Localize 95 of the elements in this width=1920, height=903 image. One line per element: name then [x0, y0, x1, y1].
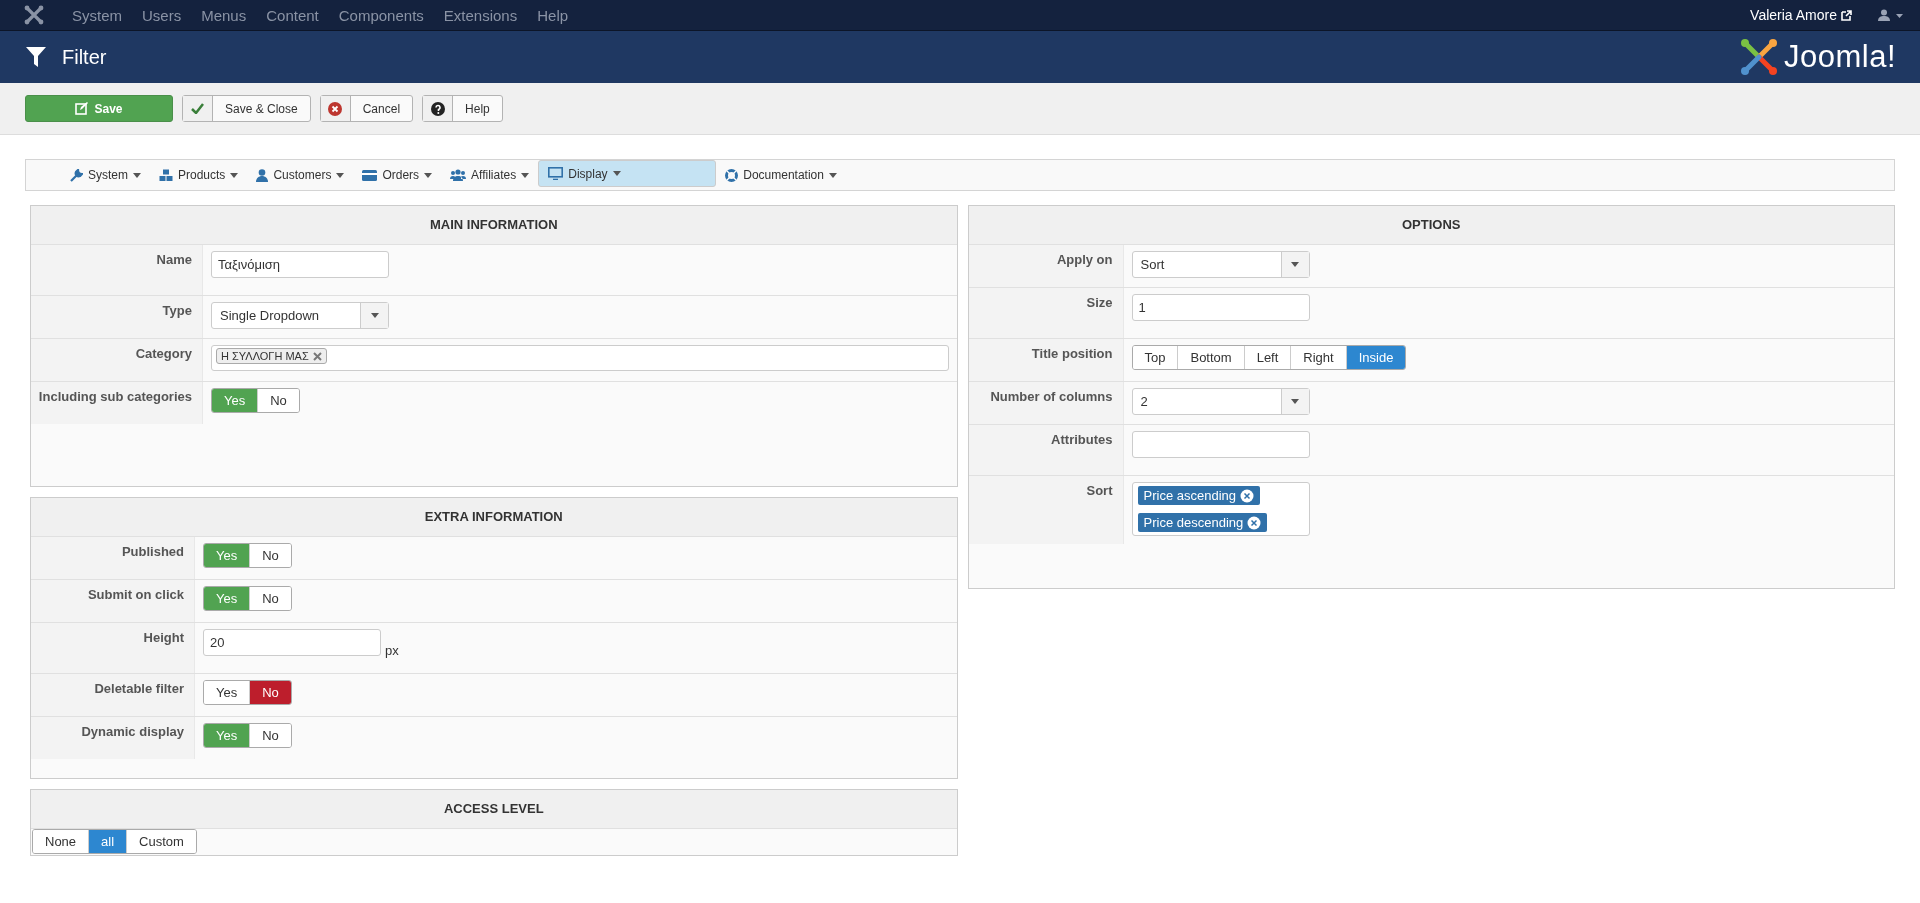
- user-menu-icon[interactable]: [1878, 9, 1904, 21]
- field-label: Attributes: [968, 425, 1124, 475]
- panel-title: ACCESS LEVEL: [31, 790, 957, 829]
- panel-title: EXTRA INFORMATION: [31, 498, 957, 537]
- toggle-option[interactable]: No: [249, 681, 291, 704]
- filter-icon: [26, 47, 46, 67]
- toolbar-button[interactable]: Cancel: [319, 95, 414, 122]
- toggle-option[interactable]: Custom: [126, 830, 196, 853]
- nav-menu-item[interactable]: Display: [538, 160, 717, 187]
- field-label: Title position: [968, 339, 1124, 381]
- caret-icon: [612, 171, 621, 176]
- users-icon: [450, 169, 467, 181]
- field-label: Including sub categories: [31, 382, 203, 424]
- text-field[interactable]: 1: [1131, 294, 1310, 321]
- field-label: Category: [31, 339, 203, 381]
- top-menu-item[interactable]: Users: [132, 6, 192, 24]
- caret-icon: [521, 172, 530, 178]
- toggle-option[interactable]: Top: [1132, 346, 1178, 369]
- field-label: Sort: [968, 476, 1124, 544]
- toggle-option[interactable]: Inside: [1345, 346, 1406, 369]
- top-menu-item[interactable]: Help: [527, 6, 579, 24]
- text-field[interactable]: Ταξινόμιση: [211, 251, 389, 278]
- toggle-option[interactable]: Bottom: [1177, 346, 1244, 369]
- remove-icon[interactable]: [312, 351, 322, 361]
- life-ring-icon: [725, 168, 739, 182]
- toggle-option[interactable]: None: [33, 830, 89, 853]
- field-label: Size: [968, 288, 1124, 338]
- toggle-option[interactable]: No: [249, 587, 291, 610]
- help-icon: [430, 101, 445, 116]
- remove-icon[interactable]: [1240, 488, 1254, 503]
- external-link-icon: [1841, 9, 1852, 21]
- field-label: Type: [31, 296, 203, 338]
- monitor-icon: [548, 167, 564, 180]
- select-field[interactable]: Sort: [1131, 251, 1310, 278]
- toggle-option[interactable]: No: [249, 544, 291, 567]
- caret-icon: [1291, 399, 1299, 404]
- check-icon: [191, 103, 204, 114]
- toolbar-button[interactable]: Help: [422, 95, 503, 122]
- nav-menu-item[interactable]: Affiliates: [441, 160, 539, 190]
- joomla-wordmark: Joomla!: [1783, 39, 1896, 75]
- remove-icon[interactable]: [1247, 515, 1262, 530]
- caret-icon: [1291, 262, 1299, 267]
- caret-icon: [370, 313, 379, 318]
- top-menu-item[interactable]: Extensions: [433, 6, 528, 24]
- toggle-option[interactable]: Yes: [204, 681, 250, 704]
- toolbar-button[interactable]: Save & Close: [182, 95, 311, 122]
- category-tag: Η ΣΥΛΛΟΓΗ ΜΑΣ: [216, 348, 327, 364]
- caret-icon: [828, 172, 837, 178]
- edit-icon: [75, 102, 89, 115]
- sort-tag: Price descending: [1137, 513, 1268, 532]
- user-link[interactable]: Valeria Amore: [1750, 7, 1837, 23]
- select-field[interactable]: Single Dropdown: [211, 302, 389, 329]
- top-menu-item[interactable]: Content: [256, 6, 329, 24]
- user-icon: [256, 168, 269, 182]
- nav-menu-item[interactable]: Customers: [247, 160, 354, 190]
- field-label: Deletable filter: [31, 674, 195, 716]
- nav-menu-item[interactable]: Orders: [353, 160, 442, 190]
- top-menu-item[interactable]: Components: [328, 6, 434, 24]
- select-field[interactable]: 2: [1131, 388, 1310, 415]
- sort-tag: Price ascending: [1137, 486, 1260, 505]
- wrench-icon: [70, 168, 83, 182]
- field-label: Number of columns: [968, 382, 1124, 424]
- toggle-option[interactable]: all: [88, 830, 127, 853]
- caret-icon: [336, 172, 345, 178]
- cubes-icon: [159, 168, 173, 182]
- nav-menu-item[interactable]: System: [61, 160, 150, 190]
- field-label: Apply on: [968, 245, 1124, 287]
- unit-label: px: [385, 642, 399, 658]
- credit-card-icon: [362, 169, 378, 181]
- caret-icon: [424, 172, 433, 178]
- page-title: Filter: [62, 45, 107, 69]
- cancel-icon: [328, 101, 343, 116]
- panel-title: MAIN INFORMATION: [31, 206, 957, 245]
- panel-title: OPTIONS: [968, 206, 1894, 245]
- text-field[interactable]: [1131, 431, 1310, 458]
- nav-menu-item[interactable]: Products: [150, 160, 248, 190]
- field-label: Submit on click: [31, 580, 195, 622]
- text-field[interactable]: 20: [203, 629, 381, 656]
- tag-field[interactable]: Η ΣΥΛΛΟΓΗ ΜΑΣ: [211, 345, 949, 371]
- top-menu-item[interactable]: System: [62, 6, 132, 24]
- toggle-option[interactable]: No: [257, 389, 299, 412]
- joomla-logo-icon: [1739, 38, 1778, 76]
- top-menu-item[interactable]: Menus: [191, 6, 257, 24]
- multi-select-field[interactable]: Price ascending Price descending: [1131, 482, 1310, 536]
- nav-menu-item[interactable]: Documentation: [716, 160, 846, 190]
- toggle-option[interactable]: Right: [1290, 346, 1346, 369]
- toggle-option[interactable]: No: [249, 724, 291, 747]
- caret-icon: [230, 172, 239, 178]
- field-label: Dynamic display: [31, 717, 195, 759]
- caret-icon: [133, 172, 141, 178]
- field-label: Height: [31, 623, 195, 673]
- field-label: Published: [31, 537, 195, 579]
- toggle-option[interactable]: Left: [1243, 346, 1291, 369]
- field-label: Name: [31, 245, 203, 295]
- joomla-logo-icon[interactable]: [24, 5, 44, 25]
